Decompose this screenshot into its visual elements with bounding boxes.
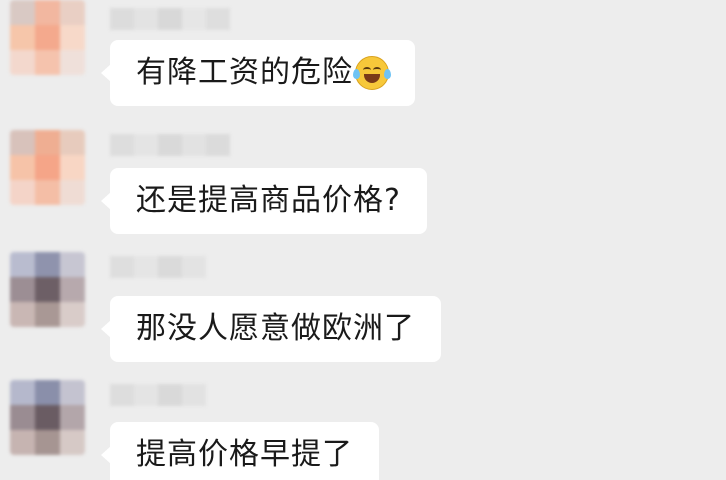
sender-name-pixelated: [110, 256, 206, 278]
chat-message: 提高价格早提了: [0, 380, 726, 480]
message-bubble[interactable]: 有降工资的危险: [101, 40, 415, 106]
avatar-pixelated[interactable]: [10, 0, 85, 75]
message-text: 提高价格早提了: [136, 437, 353, 472]
message-bubble[interactable]: 那没人愿意做欧洲了: [101, 296, 441, 362]
chat-message: 有降工资的危险: [0, 0, 726, 120]
sender-name-pixelated: [110, 8, 230, 30]
message-text: 还是提高商品价格?: [136, 183, 401, 218]
message-bubble[interactable]: 提高价格早提了: [101, 422, 379, 480]
tears-of-joy-emoji-icon: [353, 56, 391, 90]
message-text: 那没人愿意做欧洲了: [136, 311, 415, 346]
avatar-pixelated[interactable]: [10, 130, 85, 205]
avatar-pixelated[interactable]: [10, 380, 85, 455]
message-text: 有降工资的危险: [136, 55, 353, 90]
sender-name-pixelated: [110, 134, 230, 156]
message-bubble[interactable]: 还是提高商品价格?: [101, 168, 427, 234]
chat-message: 还是提高商品价格?: [0, 130, 726, 250]
chat-message-list[interactable]: 有降工资的危险 还是提高商品价格? 那没人愿意做欧洲了 提高价格早提了: [0, 0, 726, 480]
avatar-pixelated[interactable]: [10, 252, 85, 327]
sender-name-pixelated: [110, 384, 206, 406]
chat-message: 那没人愿意做欧洲了: [0, 252, 726, 372]
